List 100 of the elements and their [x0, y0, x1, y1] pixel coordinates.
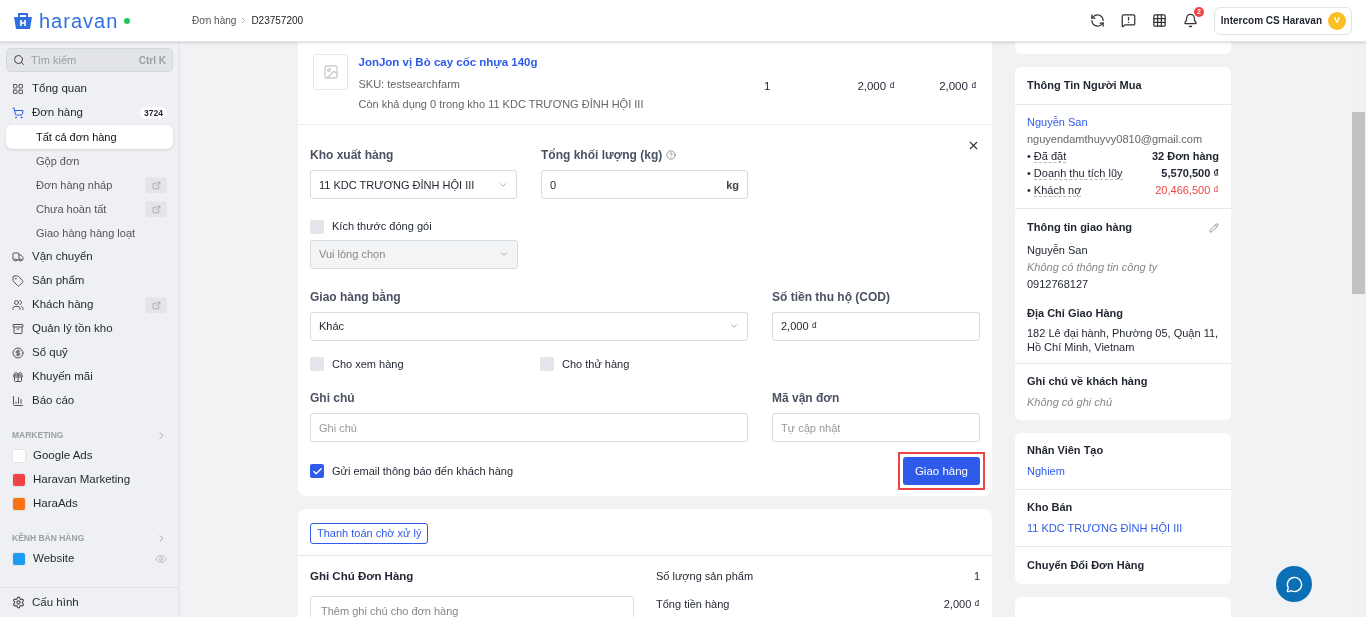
apps-icon[interactable] [1151, 13, 1167, 28]
nav-item[interactable]: Quản lý tồn kho [6, 317, 173, 341]
nav-item[interactable]: Tổng quan [6, 77, 173, 101]
product-link[interactable]: JonJon vị Bò cay cốc nhựa 140g [358, 54, 733, 72]
nav-item[interactable]: Khuyến mãi [6, 365, 173, 389]
stat-value: 32 Đơn hàng [1151, 149, 1219, 164]
checkbox-label: Kích thước đóng gói [332, 219, 432, 235]
open-link-icon[interactable] [145, 177, 167, 193]
summary-value: 2,000 ₫ [943, 596, 980, 612]
section-title: Ghi chú về khách hàng [1027, 374, 1149, 389]
stat-label: Khách nợ [1033, 184, 1082, 197]
nav-item[interactable]: Đơn hàng 3724 [6, 101, 173, 125]
section-title: Thông tin giao hàng [1027, 220, 1133, 235]
count-badge: 3724 [140, 106, 167, 120]
tracking-field[interactable]: Tự cập nhật [772, 413, 980, 443]
search-icon [13, 54, 25, 66]
summary-label: Số lượng sản phẩm [656, 569, 754, 585]
product-sku: SKU: testsearchfarm [358, 77, 461, 93]
account-button[interactable]: Intercom CS Haravan V [1213, 6, 1352, 35]
stat-label: Đã đặt [1033, 150, 1067, 163]
section-heading: KÊNH BÁN HÀNG [12, 531, 85, 545]
open-link-icon[interactable] [145, 297, 167, 313]
field-label: Kho xuất hàng [310, 147, 395, 165]
carrier-select[interactable]: Khác [310, 311, 748, 341]
nav-item[interactable]: Cấu hình [32, 593, 79, 612]
notes-text: Không có ghi chú [1027, 395, 1113, 410]
nav-icon [12, 347, 24, 359]
nav-icon [12, 275, 24, 287]
sync-icon[interactable] [1089, 13, 1105, 28]
checkbox[interactable] [310, 464, 324, 479]
bullet: • [1027, 149, 1031, 164]
store-link[interactable]: 11 KDC TRƯƠNG ĐÌNH HỘI III [1027, 521, 1219, 536]
nav-item[interactable]: Vận chuyển [6, 245, 173, 269]
stat-value: 20,466,500 ₫ [1155, 183, 1219, 198]
order-note-field[interactable]: Thêm ghi chú cho đơn hàng [310, 595, 634, 617]
nav-subitem[interactable]: Chưa hoàn tất [6, 197, 173, 221]
bullet: • [1027, 183, 1031, 198]
nav-icon [12, 371, 24, 383]
field-label: Mã vận đơn [772, 390, 841, 408]
card-title: Thông Tin Người Mua [1027, 78, 1142, 93]
ship-button[interactable]: Giao hàng [902, 457, 980, 486]
nav-item[interactable]: Báo cáo [6, 389, 173, 413]
note-field[interactable]: Ghi chú [310, 413, 748, 443]
nav-subitem[interactable]: Đơn hàng nháp [6, 173, 173, 197]
feedback-icon[interactable] [1120, 13, 1136, 28]
stock-text: Còn khả dụng 0 trong kho 11 KDC TRƯƠNG ĐỈNH HỘI III [358, 96, 645, 112]
stat-label: Doanh thu tích lũy [1033, 167, 1123, 180]
field-label: Tổng khối lượng (kg) [541, 147, 663, 165]
chat-button[interactable] [1276, 566, 1312, 602]
nav-icon [12, 251, 24, 263]
avatar: V [1328, 11, 1346, 30]
bullet: • [1027, 166, 1031, 181]
breadcrumb-link[interactable]: Đơn hàng [192, 13, 237, 28]
nav-item[interactable]: Google Ads [6, 444, 173, 468]
weight-field[interactable]: 0 kg [541, 170, 748, 200]
logo: haravan [39, 10, 119, 31]
field-label: Số tiền thu hộ (COD) [772, 288, 891, 306]
nav-subitem[interactable]: Gộp đơn [6, 149, 173, 173]
nav-item[interactable]: Haravan Marketing [6, 468, 173, 492]
phone-text: 0912768127 [1027, 277, 1090, 292]
nav-subitem[interactable]: Giao hàng hàng loạt [6, 221, 173, 245]
checkbox[interactable] [540, 357, 554, 371]
address-text: 182 Lê đại hành, Phường 05, Quận 11, Hồ Chí Minh, Vietnam [1027, 326, 1219, 354]
nav-item[interactable]: Sản phẩm [6, 269, 173, 293]
product-thumbnail [313, 54, 349, 90]
nav-icon [12, 395, 24, 407]
nav-item[interactable]: Website [6, 547, 173, 571]
status-badge: Thanh toán chờ xử lý [310, 523, 429, 544]
section-title: Địa Chỉ Giao Hàng [1027, 306, 1124, 321]
breadcrumb-current: D23757200 [251, 14, 304, 28]
section-title: Ghi Chú Đơn Hàng [310, 569, 415, 585]
eye-icon[interactable] [155, 553, 167, 565]
section-title: Nhân Viên Tạo [1027, 443, 1105, 458]
check-icon [311, 465, 323, 477]
checkbox-label: Cho thử hàng [562, 356, 630, 372]
warehouse-select[interactable]: 11 KDC TRƯƠNG ĐỈNH HỘI III [310, 170, 517, 200]
checkbox-label: Gửi email thông báo đến khách hàng [332, 464, 515, 479]
nav-icon [12, 107, 24, 119]
cod-field[interactable]: 2,000 ₫ [772, 311, 980, 341]
shipping-name: Nguyễn San [1027, 243, 1089, 258]
open-link-icon[interactable] [145, 201, 167, 217]
checkbox[interactable] [310, 357, 324, 371]
quantity-cell-text: 1 [763, 79, 772, 94]
staff-link[interactable]: Nghiem [1027, 464, 1219, 479]
edit-icon[interactable] [1209, 222, 1219, 233]
customer-link[interactable]: Nguyễn San [1027, 115, 1219, 130]
field-label: Giao hàng bằng [310, 288, 402, 306]
nav-item[interactable]: Khách hàng [6, 293, 173, 317]
price-cell-text: 2,000 ₫ [856, 79, 896, 94]
help-icon[interactable] [666, 150, 677, 161]
section-heading: MARKETING [12, 428, 64, 442]
nav-item[interactable]: HaraAds [6, 492, 173, 516]
checkbox-label: Cho xem hàng [332, 356, 404, 372]
stat-value: 5,570,500 ₫ [1161, 166, 1219, 181]
summary-label: Tổng tiền hàng [656, 596, 730, 612]
nav-item[interactable]: Sổ quỹ [6, 341, 173, 365]
shortcut-hint: Ctrl K [138, 53, 166, 68]
notification-icon[interactable] [1182, 13, 1198, 28]
nav-subitem[interactable]: Tất cả đơn hàng [6, 125, 173, 149]
field-label: Ghi chú [310, 390, 356, 408]
